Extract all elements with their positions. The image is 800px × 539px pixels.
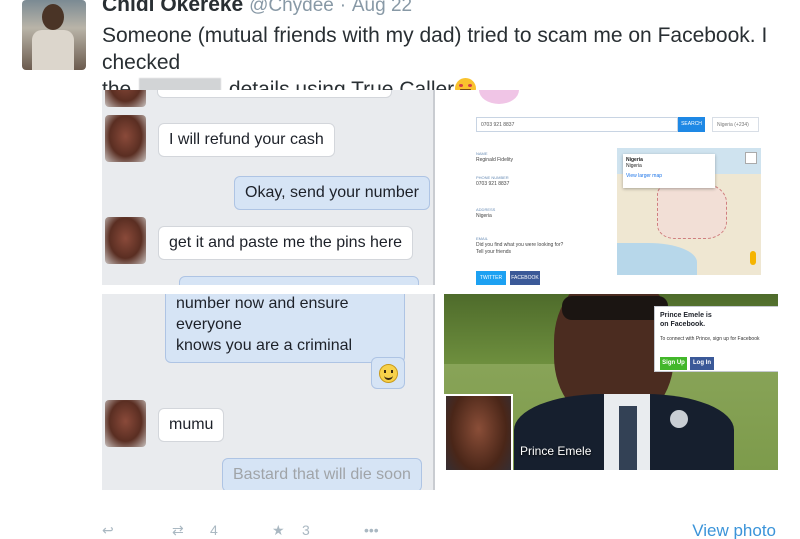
user-name[interactable]: Chidi Okereke [102, 0, 243, 16]
facebook-login-button[interactable]: Log In [690, 357, 714, 370]
truecaller-feedback-question: Did you find what you were looking for? [476, 242, 564, 248]
tweet-header: Chidi Okereke @Chydee · Aug 22 [102, 0, 412, 17]
chat-bubble: Okay, send your number [234, 176, 431, 210]
facebook-profile-screenshot: Prince Emele is on Facebook. To connect … [444, 294, 778, 470]
chat-scrollbar[interactable] [433, 294, 435, 490]
view-photo-link[interactable]: View photo [692, 521, 776, 539]
tweet-text-line1: Someone (mutual friends with my dad) tri… [102, 24, 768, 74]
truecaller-facebook-button[interactable]: FACEBOOK [510, 271, 540, 285]
chat-screenshot-top: I will refund your cash Okay, send your … [102, 90, 435, 285]
avatar-shirt [32, 30, 74, 70]
chat-avatar [105, 217, 146, 264]
user-avatar[interactable] [22, 0, 86, 70]
photo-collage[interactable]: I will refund your cash Okay, send your … [102, 90, 778, 490]
avatar-head [42, 4, 64, 30]
photo-tie [619, 406, 637, 470]
chat-avatar [105, 400, 146, 447]
truecaller-twitter-button[interactable]: TWITTER [476, 271, 506, 285]
like-icon[interactable]: ★ [272, 522, 285, 539]
tweet: Chidi Okereke @Chydee · Aug 22 Someone (… [0, 0, 800, 539]
chat-bubble-smiley [371, 357, 405, 389]
chat-avatar [105, 115, 146, 162]
tweet-actions: ↩ ⇄ 4 ★ 3 ••• [102, 522, 782, 539]
facebook-popup-text: To connect with Prince, sign up for Face… [660, 336, 760, 342]
photo-glasses [562, 296, 668, 320]
truecaller-search-button[interactable]: SEARCH [678, 117, 705, 132]
map-country-outline [657, 183, 727, 239]
map-larger-link[interactable]: View larger map [626, 173, 712, 179]
map-pegman-icon[interactable] [750, 251, 756, 265]
facebook-signup-button[interactable]: Sign Up [660, 357, 687, 370]
tweet-date[interactable]: Aug 22 [352, 0, 412, 16]
chat-bubble: number now and ensure everyone knows you… [165, 294, 405, 363]
truecaller-field-label: EMAIL [476, 236, 489, 241]
truecaller-field-value: 0703 921 8837 [476, 181, 510, 187]
separator-dot: · [339, 0, 347, 16]
truecaller-screenshot: 0703 921 8837 SEARCH Nigeria (+234) NAME… [444, 90, 778, 285]
map-info-popup: Nigeria Nigeria View larger map [623, 154, 715, 188]
more-icon[interactable]: ••• [364, 522, 379, 538]
chat-bubble-cropped [157, 90, 392, 98]
facebook-popup-title: Prince Emele is on Facebook. [660, 312, 712, 328]
truecaller-field-label: PHONE NUMBER [476, 175, 509, 180]
chat-bubble-cropped [179, 276, 419, 285]
photo-lapel-badge [670, 410, 688, 428]
chat-bubble: get it and paste me the pins here [158, 226, 414, 260]
user-handle[interactable]: @Chydee [249, 0, 334, 16]
truecaller-feedback-line: Tell your friends [476, 249, 512, 255]
chat-bubble: Bastard that will die soon [222, 458, 422, 490]
chat-avatar [105, 90, 146, 107]
facebook-signup-popup: Prince Emele is on Facebook. To connect … [654, 306, 778, 372]
like-count: 3 [302, 522, 310, 538]
retweet-icon[interactable]: ⇄ [172, 522, 184, 539]
chat-bubble: I will refund your cash [158, 123, 335, 157]
truecaller-search-input[interactable]: 0703 921 8837 [476, 117, 678, 132]
chat-scrollbar[interactable] [433, 90, 435, 285]
facebook-profile-name[interactable]: Prince Emele [520, 444, 591, 458]
truecaller-field-value: Reginald Fidelity [476, 157, 513, 163]
truecaller-field-label: NAME [476, 151, 488, 156]
truecaller-field-label: ADDRESS [476, 207, 496, 212]
facebook-profile-picture[interactable] [444, 394, 513, 470]
map-fullscreen-icon[interactable] [745, 152, 757, 164]
chat-bubble: mumu [158, 408, 225, 442]
truecaller-country-select[interactable]: Nigeria (+234) [712, 117, 759, 132]
retweet-count: 4 [210, 522, 218, 538]
reply-icon[interactable]: ↩ [102, 522, 114, 539]
smiley-icon [379, 364, 398, 383]
chat-screenshot-bottom: number now and ensure everyone knows you… [102, 294, 435, 490]
map-popup-subtitle: Nigeria [626, 163, 642, 169]
truecaller-map[interactable]: Nigeria Nigeria View larger map [617, 148, 761, 275]
truecaller-field-value: Nigeria [476, 213, 492, 219]
truecaller-logo-icon [479, 90, 519, 104]
